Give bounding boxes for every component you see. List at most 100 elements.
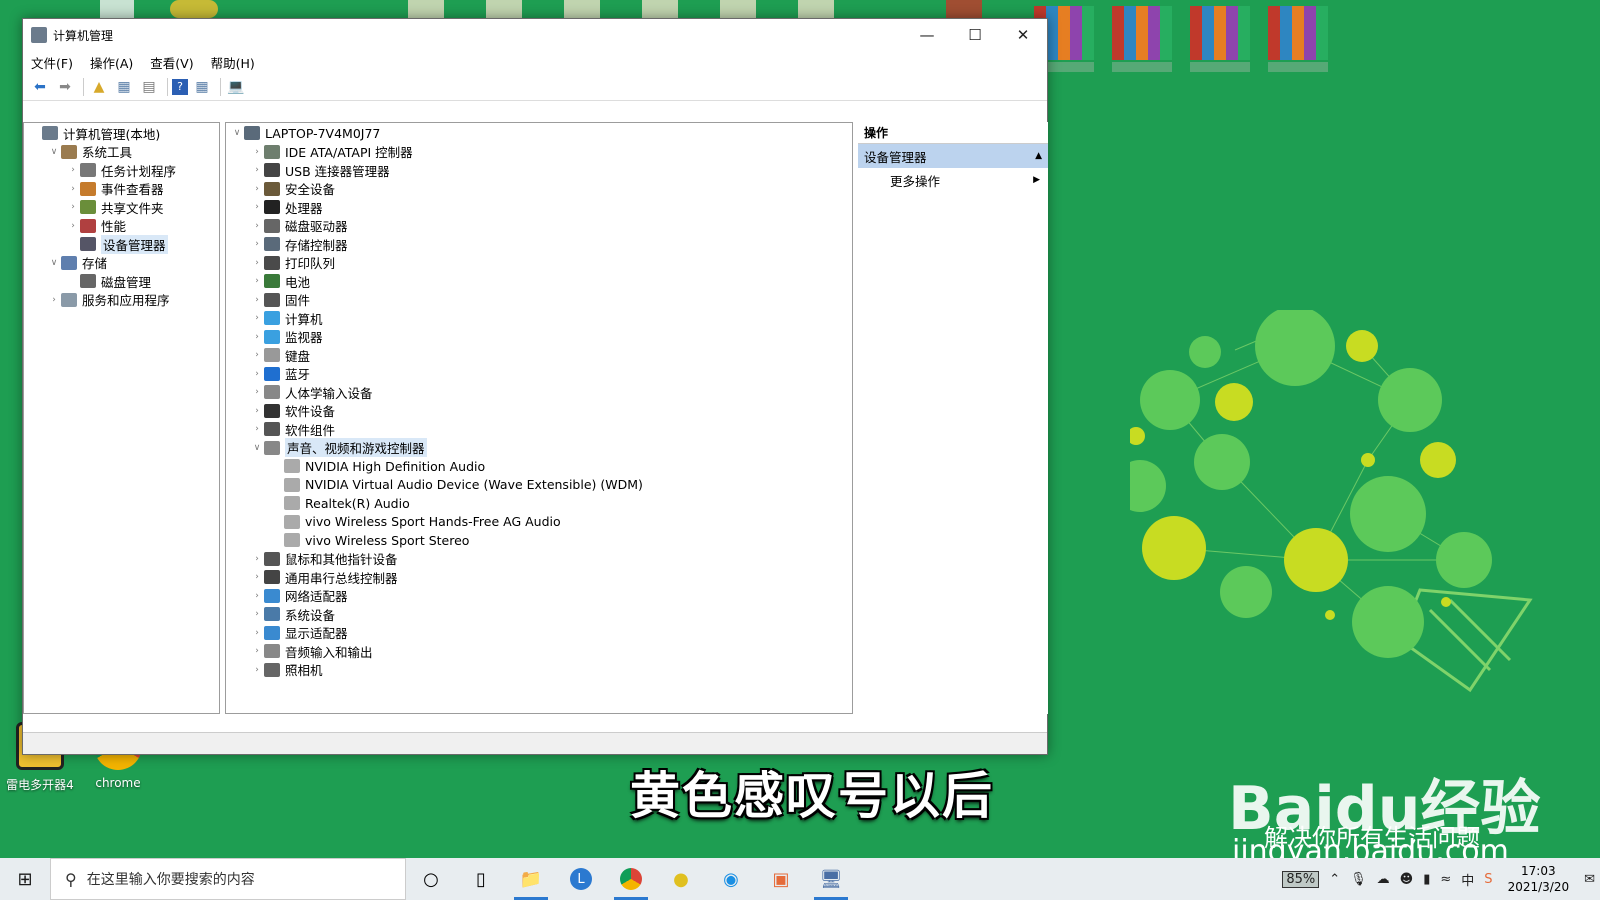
device-category[interactable]: › 键盘 xyxy=(226,346,852,365)
actions-section-device-manager[interactable]: 设备管理器 ▲ xyxy=(858,144,1048,168)
desktop-icon-partial[interactable] xyxy=(946,0,982,18)
device-category[interactable]: › 系统设备 xyxy=(226,605,852,624)
minimize-button[interactable]: — xyxy=(903,19,951,51)
device-item[interactable]: NVIDIA High Definition Audio xyxy=(226,457,852,476)
nav-item[interactable]: › 事件查看器 xyxy=(24,180,219,199)
menu-view[interactable]: 查看(V) xyxy=(150,53,193,72)
device-category[interactable]: › 显示适配器 xyxy=(226,624,852,643)
device-category[interactable]: › 网络适配器 xyxy=(226,587,852,606)
expand-arrow-icon[interactable]: › xyxy=(250,646,264,656)
expand-arrow-icon[interactable]: › xyxy=(250,239,264,249)
task-view-button[interactable]: ▯ xyxy=(456,858,506,900)
expand-arrow-icon[interactable]: › xyxy=(66,202,80,212)
properties-icon[interactable]: ▤ xyxy=(138,77,160,97)
start-button[interactable]: ⊞ xyxy=(0,858,50,900)
expand-arrow-icon[interactable]: › xyxy=(250,332,264,342)
nav-item[interactable]: 计算机管理(本地) xyxy=(24,124,219,143)
desktop-icon-partial[interactable] xyxy=(408,0,444,18)
cortana-button[interactable]: ○ xyxy=(406,858,456,900)
taskbar-app-l[interactable]: L xyxy=(556,858,606,900)
battery-icon[interactable]: ▮ xyxy=(1423,872,1430,887)
help-icon[interactable]: ? xyxy=(172,78,188,95)
taskbar-lightbulb-app[interactable]: ● xyxy=(656,858,706,900)
nav-item[interactable]: ∨ 系统工具 xyxy=(24,143,219,162)
device-category[interactable]: › 磁盘驱动器 xyxy=(226,217,852,236)
collapse-arrow-icon[interactable]: ∨ xyxy=(250,443,264,453)
device-category[interactable]: › 音频输入和输出 xyxy=(226,642,852,661)
device-category[interactable]: › 处理器 xyxy=(226,198,852,217)
expand-arrow-icon[interactable]: › xyxy=(250,424,264,434)
expand-arrow-icon[interactable]: › xyxy=(250,165,264,175)
device-category[interactable]: › 软件设备 xyxy=(226,402,852,421)
desktop-icon-partial[interactable] xyxy=(720,0,756,18)
device-category[interactable]: › 软件组件 xyxy=(226,420,852,439)
collapse-arrow-icon[interactable]: ∨ xyxy=(47,147,61,157)
nav-item[interactable]: 磁盘管理 xyxy=(24,272,219,291)
device-category[interactable]: › 固件 xyxy=(226,291,852,310)
nav-item[interactable]: ∨ 存储 xyxy=(24,254,219,273)
device-item[interactable]: Realtek(R) Audio xyxy=(226,494,852,513)
expand-arrow-icon[interactable]: › xyxy=(250,554,264,564)
notification-icon[interactable]: ✉ xyxy=(1584,872,1595,887)
forward-icon[interactable]: ➡ xyxy=(54,77,76,97)
desktop-icon-partial[interactable] xyxy=(798,0,834,18)
microphone-icon[interactable]: 🎙 xyxy=(1350,872,1367,887)
close-button[interactable]: ✕ xyxy=(999,19,1047,51)
expand-arrow-icon[interactable]: › xyxy=(250,665,264,675)
device-category[interactable]: › USB 连接器管理器 xyxy=(226,161,852,180)
device-category[interactable]: › 监视器 xyxy=(226,328,852,347)
desktop-icon-partial[interactable] xyxy=(642,0,678,18)
user-icon[interactable]: ☻ xyxy=(1400,872,1414,887)
device-tree-root[interactable]: ∨ LAPTOP-7V4M0J77 xyxy=(226,124,852,143)
expand-arrow-icon[interactable]: › xyxy=(250,295,264,305)
pixelated-desktop-icon[interactable] xyxy=(1112,6,1172,60)
monitor-icon[interactable]: 💻 xyxy=(225,77,247,97)
nav-item[interactable]: › 服务和应用程序 xyxy=(24,291,219,310)
nav-item[interactable]: › 性能 xyxy=(24,217,219,236)
expand-arrow-icon[interactable]: › xyxy=(250,258,264,268)
taskbar-search[interactable]: ⚲ 在这里输入你要搜索的内容 xyxy=(50,858,406,900)
nav-item[interactable]: › 共享文件夹 xyxy=(24,198,219,217)
device-category[interactable]: › 安全设备 xyxy=(226,180,852,199)
title-bar[interactable]: 计算机管理 — ☐ ✕ xyxy=(23,19,1047,51)
expand-arrow-icon[interactable]: › xyxy=(66,165,80,175)
expand-arrow-icon[interactable]: › xyxy=(250,276,264,286)
maximize-button[interactable]: ☐ xyxy=(951,19,999,51)
desktop-icon-partial[interactable] xyxy=(170,0,218,18)
menu-action[interactable]: 操作(A) xyxy=(90,53,133,72)
menu-help[interactable]: 帮助(H) xyxy=(211,53,255,72)
expand-arrow-icon[interactable]: › xyxy=(250,369,264,379)
expand-arrow-icon[interactable]: › xyxy=(250,350,264,360)
expand-arrow-icon[interactable]: › xyxy=(250,313,264,323)
pixelated-desktop-icon[interactable] xyxy=(1190,6,1250,60)
clock[interactable]: 17:03 2021/3/20 xyxy=(1508,863,1570,895)
desktop-icon-partial[interactable] xyxy=(564,0,600,18)
expand-arrow-icon[interactable]: › xyxy=(250,406,264,416)
device-category[interactable]: › 蓝牙 xyxy=(226,365,852,384)
expand-arrow-icon[interactable]: › xyxy=(250,387,264,397)
expand-arrow-icon[interactable]: › xyxy=(66,184,80,194)
expand-arrow-icon[interactable]: › xyxy=(250,202,264,212)
desktop-icon-partial[interactable] xyxy=(100,0,134,18)
collapse-arrow-icon[interactable]: ∨ xyxy=(230,128,244,138)
taskbar-chrome[interactable] xyxy=(606,858,656,900)
expand-arrow-icon[interactable]: › xyxy=(250,628,264,638)
device-category[interactable]: › 打印队列 xyxy=(226,254,852,273)
device-category[interactable]: › IDE ATA/ATAPI 控制器 xyxy=(226,143,852,162)
pixelated-desktop-icon[interactable] xyxy=(1268,6,1328,60)
expand-arrow-icon[interactable]: › xyxy=(66,221,80,231)
device-item[interactable]: NVIDIA Virtual Audio Device (Wave Extens… xyxy=(226,476,852,495)
ime-icon[interactable]: 中 xyxy=(1461,870,1474,889)
device-category[interactable]: › 鼠标和其他指针设备 xyxy=(226,550,852,569)
show-hidden-icons[interactable]: ⌃ xyxy=(1329,872,1340,887)
taskbar-file-explorer[interactable]: 📁 xyxy=(506,858,556,900)
expand-arrow-icon[interactable]: › xyxy=(250,184,264,194)
more-actions-item[interactable]: 更多操作 ▶ xyxy=(858,168,1048,192)
nav-item[interactable]: › 任务计划程序 xyxy=(24,161,219,180)
expand-arrow-icon[interactable]: › xyxy=(250,572,264,582)
expand-arrow-icon[interactable]: › xyxy=(250,609,264,619)
collapse-arrow-icon[interactable]: ∨ xyxy=(47,258,61,268)
taskbar-app-doc[interactable]: ▣ xyxy=(756,858,806,900)
expand-arrow-icon[interactable]: › xyxy=(250,591,264,601)
battery-indicator[interactable]: 85% xyxy=(1282,870,1320,888)
